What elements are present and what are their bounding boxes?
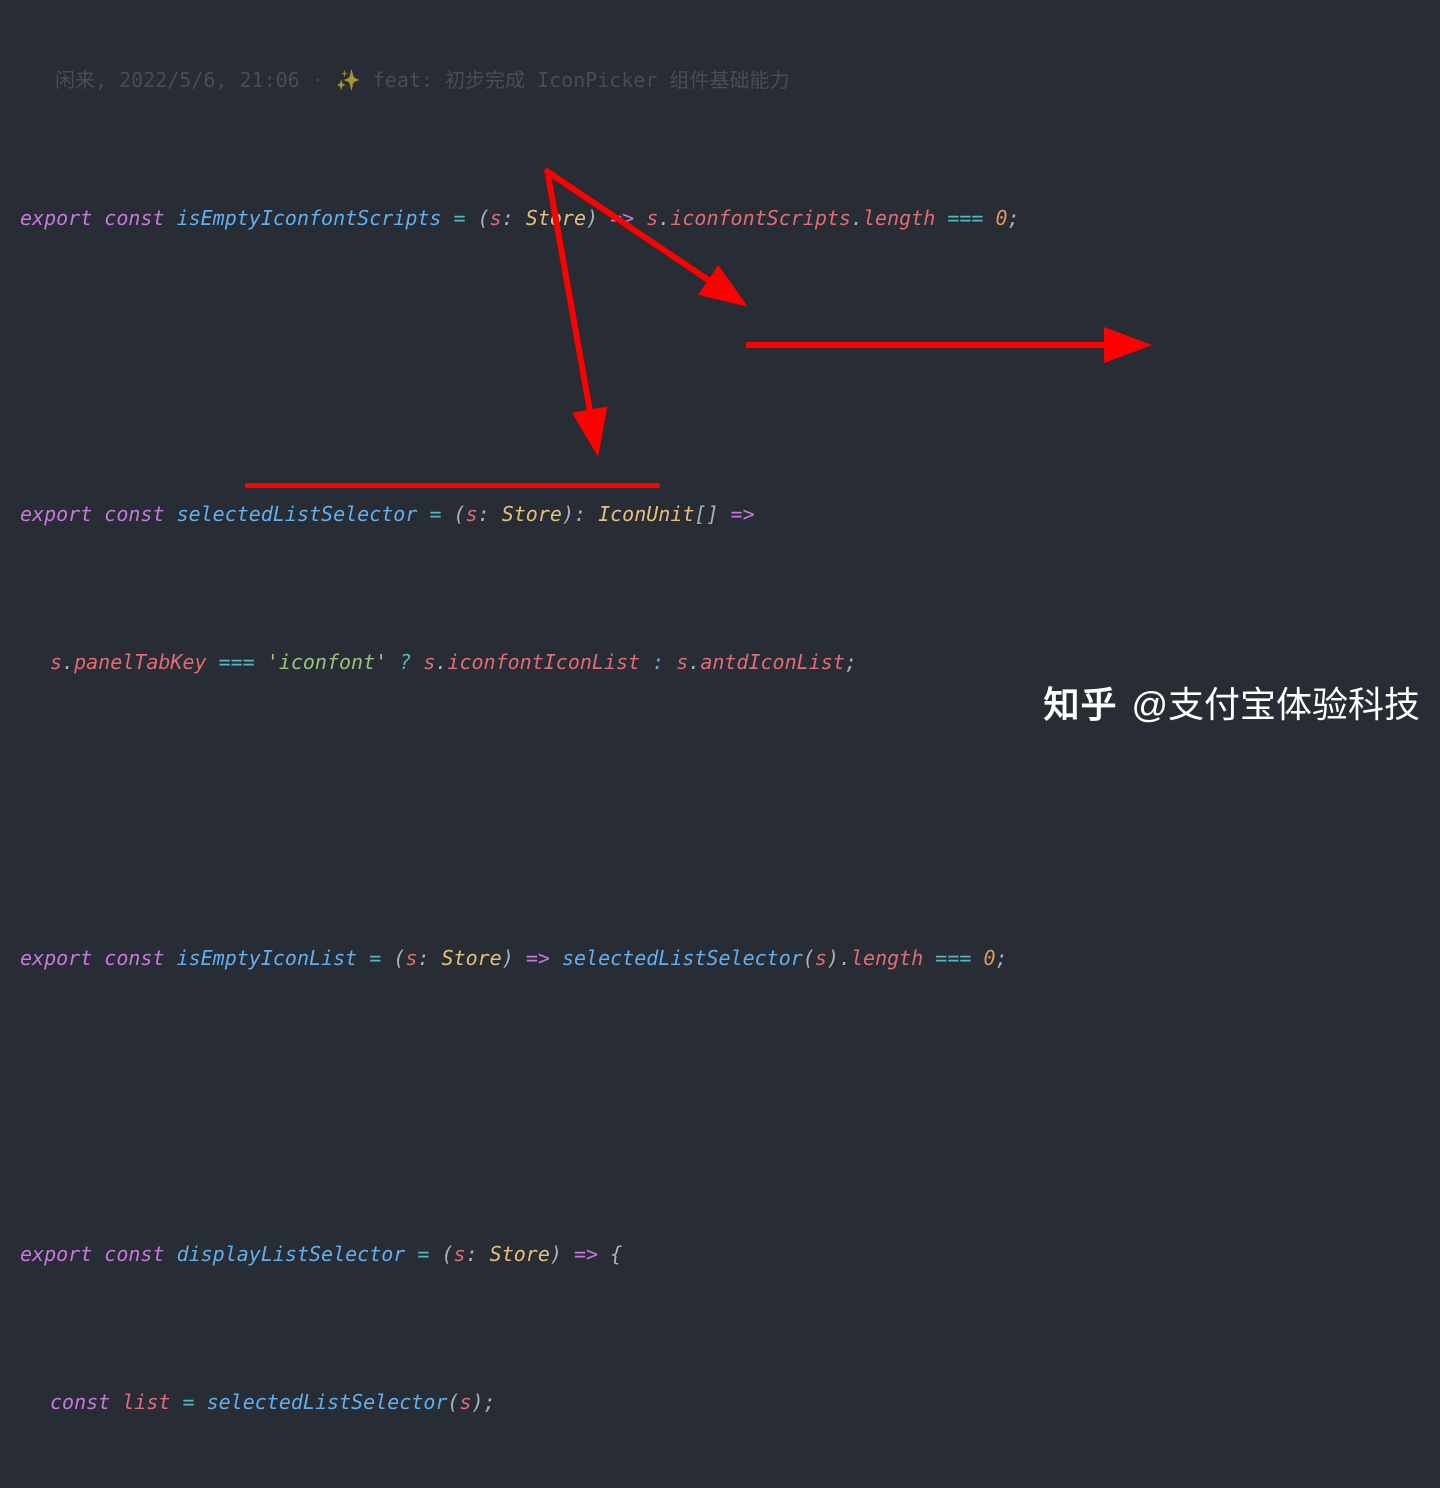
code-line: export const selectedListSelector = (s: …	[10, 488, 1430, 540]
annotation-underline	[245, 483, 660, 488]
code-line	[10, 784, 1430, 836]
code-line: const list = selectedListSelector(s);	[10, 1376, 1430, 1428]
code-line: export const isEmptyIconfontScripts = (s…	[10, 192, 1430, 244]
code-line	[10, 1080, 1430, 1132]
watermark: 知乎 @支付宝体验科技	[1043, 676, 1420, 734]
code-editor[interactable]: 闲来, 2022/5/6, 21:06 · ✨ feat: 初步完成 IconP…	[0, 0, 1440, 1488]
watermark-text: @支付宝体验科技	[1131, 676, 1420, 734]
code-line	[10, 340, 1430, 392]
code-line: export const displayListSelector = (s: S…	[10, 1228, 1430, 1280]
code-line: export const isEmptyIconList = (s: Store…	[10, 932, 1430, 984]
zhihu-logo: 知乎	[1043, 676, 1117, 734]
git-blame-line: 闲来, 2022/5/6, 21:06 · ✨ feat: 初步完成 IconP…	[10, 64, 1430, 96]
